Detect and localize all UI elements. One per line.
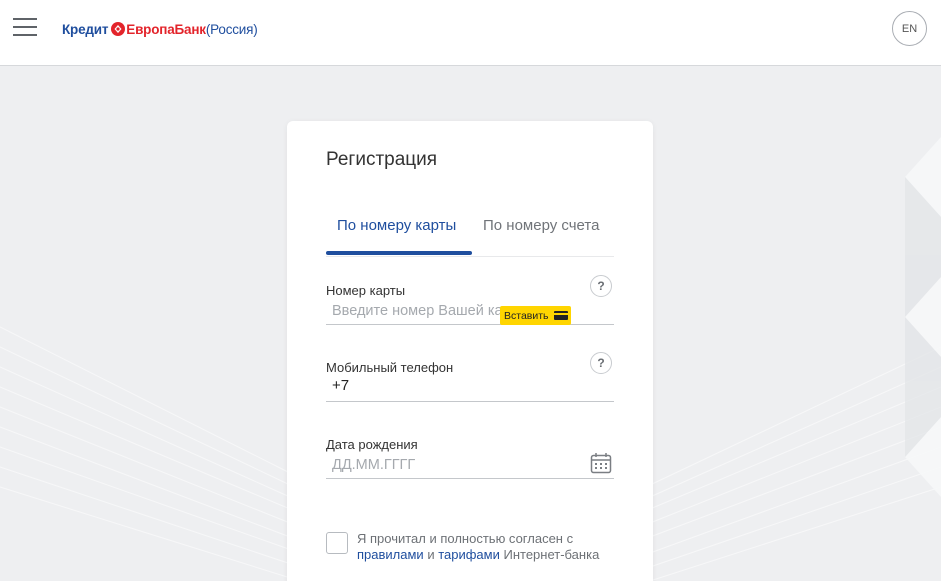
calendar-icon[interactable] [590,452,612,474]
tab-by-card-number[interactable]: По номеру карты [337,217,456,234]
menu-icon[interactable] [13,18,37,36]
agreement-text-after: Интернет-банка [503,547,600,562]
language-switch-button[interactable]: EN [892,11,927,46]
page-title: Регистрация [326,149,438,170]
paste-card-button[interactable]: Вставить [500,306,571,325]
birth-date-underline [326,478,614,479]
logo-text-part2: ЕвропаБанк [126,21,206,37]
card-number-help-icon[interactable]: ? [590,275,612,297]
birth-date-input[interactable] [332,455,540,475]
header: Кредит ЕвропаБанк (Россия) EN [0,0,941,66]
birth-date-label: Дата рождения [326,437,418,452]
agreement-text: Я прочитал и полностью согласен с правил… [357,531,627,563]
bank-logo[interactable]: Кредит ЕвропаБанк (Россия) [62,19,258,39]
agreement-checkbox[interactable] [326,532,348,554]
card-number-underline [326,324,614,325]
phone-help-icon[interactable]: ? [590,352,612,374]
registration-tabs: По номеру карты По номеру счета [326,209,614,257]
active-tab-indicator [326,251,472,255]
card-number-label: Номер карты [326,283,406,298]
logo-text-part1: Кредит [62,21,109,37]
logo-text-part3: (Россия) [205,21,258,37]
phone-input[interactable] [350,378,600,398]
rules-link[interactable]: правилами [357,547,424,562]
card-icon [553,311,568,320]
logo-icon [111,22,126,36]
agreement-text-and: и [427,547,435,562]
phone-underline [326,401,614,402]
registration-card: Регистрация По номеру карты По номеру сч… [287,121,653,581]
paste-button-label: Вставить [504,309,549,322]
phone-prefix: +7 [332,377,350,394]
tab-by-account-number[interactable]: По номеру счета [483,217,599,234]
phone-label: Мобильный телефон [326,360,454,375]
agreement-text-before: Я прочитал и полностью согласен с [357,531,574,546]
tariffs-link[interactable]: тарифами [438,547,500,562]
